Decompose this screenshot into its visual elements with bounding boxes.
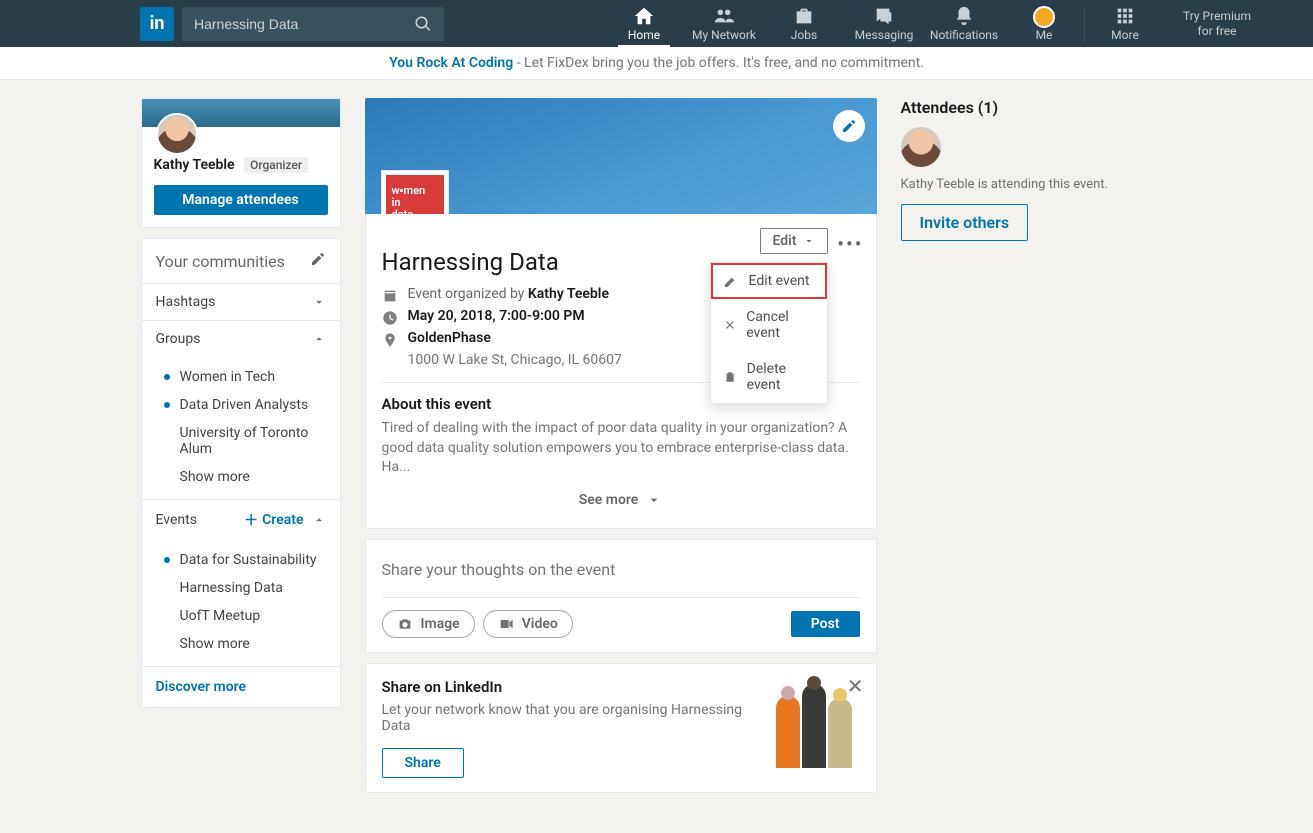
promo-text: - Let FixDex bring you the job offers. I… [513,55,924,71]
share-thoughts-card: Share your thoughts on the event Image V… [365,539,877,653]
caret-down-icon [803,235,815,247]
edit-dropdown-button[interactable]: Edit [760,228,828,254]
communities-header: Your communities [156,252,285,271]
top-nav: in Home My Network Jobs Messaging Notifi… [0,0,1313,47]
edit-dropdown-menu: Edit event Cancel event Delete event [710,262,828,404]
nav-messaging[interactable]: Messaging [844,0,924,47]
promo-bar: You Rock At Coding - Let FixDex bring yo… [0,47,1313,80]
list-item[interactable]: UofT Meetup [142,602,340,630]
post-button[interactable]: Post [791,611,860,637]
organizer-name: Kathy Teeble [154,157,235,173]
nav-jobs-label: Jobs [791,28,817,42]
list-item[interactable]: Data for Sustainability [142,546,340,574]
list-item[interactable]: Women in Tech [142,363,340,391]
search-icon[interactable] [414,15,432,37]
close-icon[interactable]: ✕ [847,674,864,698]
nav-me[interactable]: Me [1004,0,1084,47]
chevron-down-icon [646,492,662,508]
discover-more-link[interactable]: Discover more [142,666,340,707]
nav-more[interactable]: More [1085,0,1165,47]
nav-notifications[interactable]: Notifications [924,0,1004,47]
avatar-icon [1033,6,1055,28]
video-button[interactable]: Video [483,610,573,638]
communities-card: Your communities Hashtags Groups Women i… [141,238,341,708]
nav-more-label: More [1111,28,1139,42]
pencil-icon [723,273,739,289]
organizer-avatar[interactable] [156,113,198,155]
video-icon [498,616,514,632]
nav-home[interactable]: Home [604,0,684,47]
pin-icon [382,332,398,348]
attendees-panel: Attendees (1) Kathy Teeble is attending … [901,98,1173,793]
events-row[interactable]: Events ＋ Create [142,499,340,540]
overflow-menu-icon[interactable]: ••• [837,232,863,256]
edit-event-item[interactable]: Edit event [711,263,827,299]
groups-list: Women in Tech Data Driven Analysts Unive… [142,357,340,499]
hashtags-row[interactable]: Hashtags [142,283,340,320]
share-button[interactable]: Share [382,748,464,778]
see-more-button[interactable]: See more [382,478,860,512]
x-icon [723,317,737,333]
about-text: Tired of dealing with the impact of poor… [382,419,860,478]
share-on-linkedin-card: Share on LinkedIn Let your network know … [365,663,877,793]
image-button[interactable]: Image [382,610,475,638]
chevron-up-icon [312,513,326,527]
edit-cover-button[interactable] [833,110,865,142]
attendee-text: Kathy Teeble is attending this event. [901,177,1173,192]
promo-link[interactable]: You Rock At Coding [389,55,513,71]
try-premium-link[interactable]: Try Premium for free [1165,9,1269,38]
list-item[interactable]: Harnessing Data [142,574,340,602]
trash-icon [723,369,737,385]
calendar-icon [382,288,398,304]
nav-messaging-label: Messaging [855,28,914,42]
share-on-title: Share on LinkedIn [382,678,758,696]
cancel-event-item[interactable]: Cancel event [711,299,827,351]
invite-others-button[interactable]: Invite others [901,204,1029,241]
attendee-avatar[interactable] [901,127,941,167]
event-hero: w▪men in data [365,98,877,214]
search-input[interactable] [182,7,444,41]
linkedin-logo[interactable]: in [140,7,174,41]
chevron-down-icon [312,295,326,309]
show-more-groups[interactable]: Show more [142,463,340,491]
attendees-header: Attendees (1) [901,98,1173,117]
share-on-body: Let your network know that you are organ… [382,702,758,734]
camera-icon [397,616,413,632]
nav-network-label: My Network [692,28,756,42]
event-card: w▪men in data Edit ••• Edit event Can [365,98,877,529]
nav-notifications-label: Notifications [930,28,998,42]
clock-icon [382,310,398,326]
chevron-up-icon [312,332,326,346]
manage-attendees-button[interactable]: Manage attendees [154,185,328,215]
nav-network[interactable]: My Network [684,0,764,47]
list-item[interactable]: University of Toronto Alum [142,419,340,463]
groups-row[interactable]: Groups [142,320,340,357]
edit-communities-icon[interactable] [310,251,326,271]
list-item[interactable]: Data Driven Analysts [142,391,340,419]
nav-me-label: Me [1036,28,1053,42]
events-list: Data for Sustainability Harnessing Data … [142,540,340,666]
delete-event-item[interactable]: Delete event [711,351,827,403]
nav-home-label: Home [628,28,660,42]
organizer-card: Kathy Teeble Organizer Manage attendees [141,98,341,228]
nav-jobs[interactable]: Jobs [764,0,844,47]
organizer-badge: Organizer [244,157,308,173]
show-more-events[interactable]: Show more [142,630,340,658]
share-prompt[interactable]: Share your thoughts on the event [382,554,860,598]
create-event-link[interactable]: ＋ Create [244,510,303,530]
